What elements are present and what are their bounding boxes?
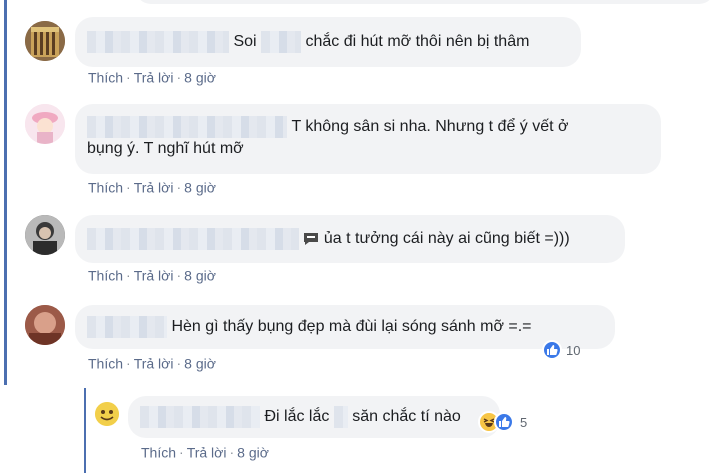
- comment-text: Soi: [233, 33, 257, 50]
- comment-text: T không sân si nha. Nhưng t để ý vết ở: [291, 118, 569, 135]
- comment-text: Hèn gì thấy bụng đẹp mà đùi lại sóng sán…: [171, 318, 532, 335]
- previous-comment-bubble-edge: [135, 0, 710, 4]
- reply-bubble: Đi lắc lắc săn chắc tí nào: [128, 396, 500, 438]
- like-link[interactable]: Thích: [88, 267, 123, 283]
- commenter-avatar[interactable]: [25, 21, 65, 61]
- comment-bubble: Hèn gì thấy bụng đẹp mà đùi lại sóng sán…: [75, 305, 615, 349]
- redacted-word: [333, 406, 348, 428]
- reply-actions: Thích · Trả lời · 8 giờ: [141, 443, 269, 460]
- like-link[interactable]: Thích: [141, 444, 176, 460]
- like-reaction-icon: [494, 412, 514, 432]
- timestamp[interactable]: 8 giờ: [184, 69, 216, 85]
- separator: ·: [176, 179, 182, 196]
- reply-link[interactable]: Trả lời: [187, 444, 227, 460]
- redacted-name: [87, 228, 299, 250]
- chat-icon: [303, 231, 319, 254]
- redacted-name: [87, 31, 229, 53]
- timestamp[interactable]: 8 giờ: [184, 355, 216, 371]
- separator: ·: [176, 355, 182, 372]
- redacted-name: [87, 316, 167, 338]
- reply-link[interactable]: Trả lời: [134, 69, 174, 85]
- timestamp[interactable]: 8 giờ: [184, 267, 216, 283]
- comment-actions: Thích · Trả lời · 8 giờ: [88, 68, 216, 85]
- comment-bubble: ủa t tưởng cái này ai cũng biết =))): [75, 215, 625, 263]
- comment-text-cont: chắc đi hút mỡ thôi nên bị thâm: [305, 33, 530, 50]
- reply-thread-line: [84, 388, 86, 473]
- reply-link[interactable]: Trả lời: [134, 355, 174, 371]
- avatar-image: [25, 215, 65, 255]
- avatar-image: [25, 305, 65, 345]
- commenter-avatar[interactable]: [25, 104, 65, 144]
- redacted-name: [140, 406, 260, 428]
- avatar-image: [25, 104, 65, 144]
- separator: ·: [176, 267, 182, 284]
- comment-actions: Thích · Trả lời · 8 giờ: [88, 266, 216, 283]
- comment-text: ủa t tưởng cái này ai cũng biết =))): [323, 230, 570, 247]
- like-link[interactable]: Thích: [88, 355, 123, 371]
- reply-text-cont: săn chắc tí nào: [352, 408, 461, 425]
- reply-link[interactable]: Trả lời: [134, 267, 174, 283]
- reaction-count: 10: [566, 342, 581, 358]
- reaction-count: 5: [520, 414, 528, 430]
- redacted-name: [87, 116, 287, 138]
- reaction-summary[interactable]: 5: [478, 411, 527, 433]
- like-link[interactable]: Thích: [88, 179, 123, 195]
- comment-text-cont: bụng ý. T nghĩ hút mỡ: [87, 140, 244, 157]
- commenter-avatar[interactable]: [25, 305, 65, 345]
- separator: ·: [229, 444, 235, 461]
- reply-link[interactable]: Trả lời: [134, 179, 174, 195]
- reaction-summary[interactable]: 10: [542, 340, 580, 360]
- thread-line: [4, 0, 7, 385]
- avatar-image: [25, 21, 65, 61]
- comment-actions: Thích · Trả lời · 8 giờ: [88, 354, 216, 371]
- comment-bubble: Soi chắc đi hút mỡ thôi nên bị thâm: [75, 17, 581, 67]
- timestamp[interactable]: 8 giờ: [184, 179, 216, 195]
- comment-actions: Thích · Trả lời · 8 giờ: [88, 178, 216, 195]
- separator: ·: [179, 444, 184, 461]
- like-link[interactable]: Thích: [88, 69, 123, 85]
- separator: ·: [126, 355, 131, 372]
- separator: ·: [126, 267, 131, 284]
- commenter-avatar[interactable]: [25, 215, 65, 255]
- reply-text: Đi lắc lắc: [264, 408, 330, 425]
- separator: ·: [126, 69, 131, 86]
- separator: ·: [176, 69, 182, 86]
- like-reaction-icon: [542, 340, 562, 360]
- reply-avatar[interactable]: [95, 402, 119, 426]
- timestamp[interactable]: 8 giờ: [237, 444, 269, 460]
- avatar-image: [95, 402, 119, 426]
- redacted-word: [261, 31, 302, 53]
- separator: ·: [126, 179, 131, 196]
- comment-bubble: T không sân si nha. Nhưng t để ý vết ở b…: [75, 104, 661, 174]
